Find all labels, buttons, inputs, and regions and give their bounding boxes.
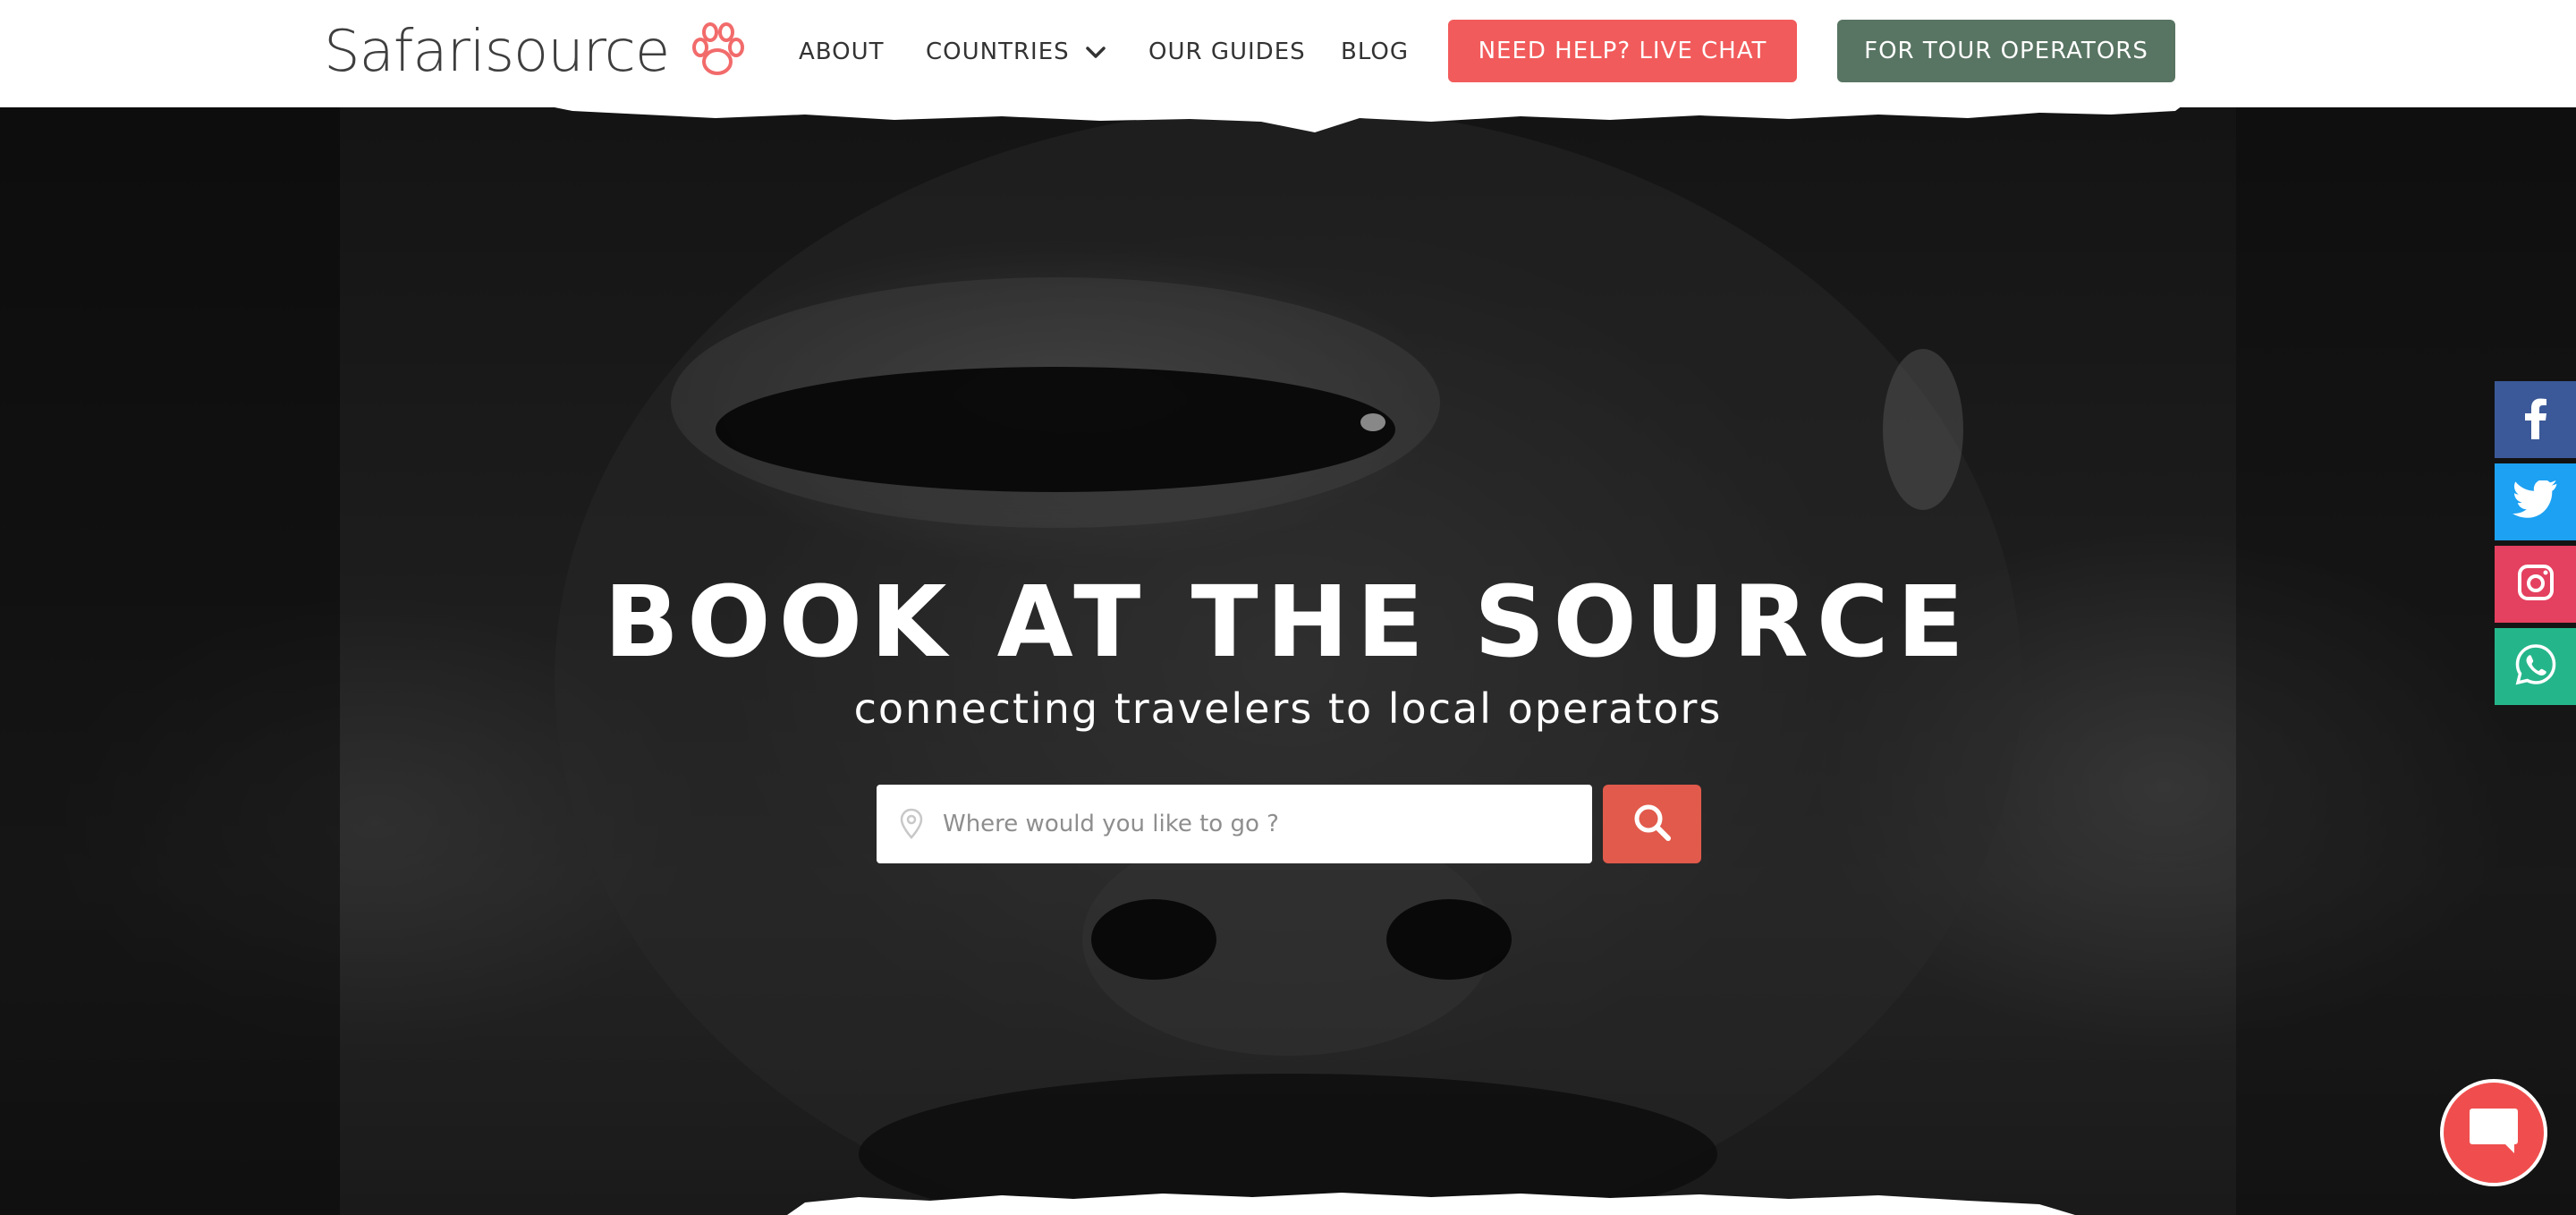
whatsapp-share-button[interactable]	[2495, 628, 2576, 705]
site-header: Safarisource ABOUT COUNTRIES OUR GUIDES …	[0, 0, 2576, 107]
hero-subtitle: connecting travelers to local operators	[853, 684, 1723, 733]
paw-icon	[685, 21, 750, 83]
chat-bubble-icon	[2466, 1105, 2521, 1160]
search-icon	[1632, 803, 1672, 845]
nav-about[interactable]: ABOUT	[799, 36, 885, 68]
facebook-icon	[2518, 396, 2554, 443]
whatsapp-icon	[2514, 643, 2557, 690]
hero-title: BOOK AT THE SOURCE	[604, 565, 1972, 679]
instagram-share-button[interactable]	[2495, 546, 2576, 623]
twitter-share-button[interactable]	[2495, 463, 2576, 540]
tour-operators-button-label: FOR TOUR OPERATORS	[1864, 38, 2148, 64]
search-button[interactable]	[1603, 785, 1701, 863]
tour-operators-button[interactable]: FOR TOUR OPERATORS	[1837, 20, 2175, 82]
destination-search-input[interactable]	[941, 785, 1567, 863]
nav-countries[interactable]: COUNTRIES	[926, 36, 1070, 68]
logo[interactable]: Safarisource	[324, 16, 750, 88]
nav-blog[interactable]: BLOG	[1341, 36, 1409, 68]
facebook-share-button[interactable]	[2495, 381, 2576, 458]
hero-section: BOOK AT THE SOURCE connecting travelers …	[0, 107, 2576, 1215]
torn-edge-bottom	[787, 1193, 2075, 1215]
instagram-icon	[2516, 563, 2555, 606]
search-box[interactable]	[877, 785, 1592, 863]
torn-edge-top	[555, 107, 2181, 132]
live-chat-button[interactable]: NEED HELP? LIVE CHAT	[1448, 20, 1797, 82]
location-pin-icon	[900, 808, 923, 840]
chevron-down-icon[interactable]	[1084, 41, 1107, 64]
twitter-icon	[2512, 479, 2559, 523]
logo-wordmark: Safarisource	[324, 19, 670, 85]
live-chat-button-label: NEED HELP? LIVE CHAT	[1478, 38, 1767, 64]
live-chat-widget[interactable]	[2440, 1079, 2547, 1186]
nav-our-guides[interactable]: OUR GUIDES	[1148, 36, 1306, 68]
